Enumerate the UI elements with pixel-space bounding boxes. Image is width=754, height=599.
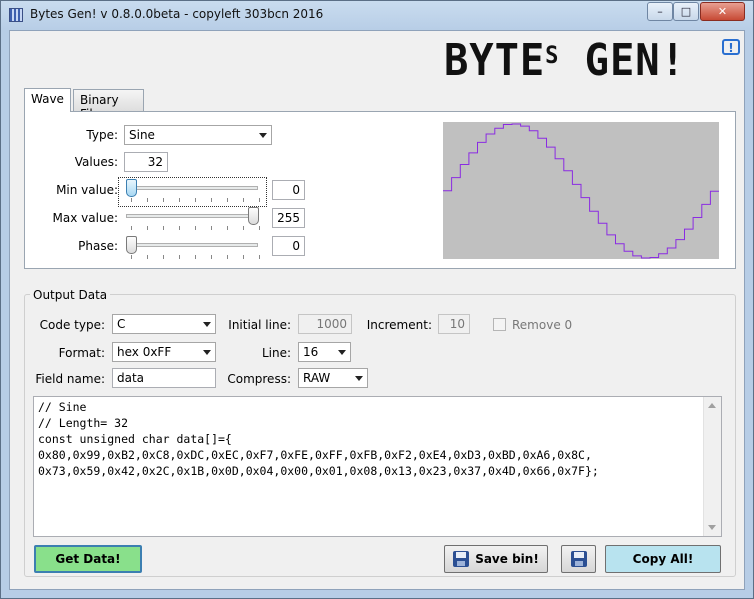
min-slider-focus bbox=[118, 177, 267, 207]
save-button[interactable] bbox=[561, 545, 596, 573]
max-value-input[interactable]: 255 bbox=[272, 208, 305, 228]
chevron-down-icon bbox=[338, 350, 346, 355]
wave-type-select[interactable]: Sine bbox=[124, 125, 272, 145]
code-type-value: C bbox=[117, 317, 126, 331]
code-line: const unsigned char data[]={ bbox=[38, 432, 232, 446]
close-button[interactable]: ✕ bbox=[700, 2, 745, 21]
floppy-disk-icon bbox=[453, 551, 470, 567]
app-window: Bytes Gen! v 0.8.0.0beta - copyleft 303b… bbox=[0, 0, 754, 599]
line-select[interactable]: 16 bbox=[298, 342, 351, 362]
min-value-label: Min value: bbox=[56, 183, 118, 197]
app-logo: BYTES GEN! bbox=[444, 35, 686, 86]
maximize-button[interactable]: □ bbox=[673, 2, 699, 21]
min-value-input[interactable]: 0 bbox=[272, 180, 305, 200]
wave-line bbox=[443, 123, 719, 259]
format-label: Format: bbox=[58, 346, 105, 360]
increment-label: Increment: bbox=[366, 318, 432, 332]
floppy-disk-icon bbox=[570, 551, 587, 567]
compress-value: RAW bbox=[303, 371, 331, 385]
code-type-select[interactable]: C bbox=[112, 314, 216, 334]
phase-label: Phase: bbox=[78, 239, 118, 253]
initial-line-input[interactable]: 1000 bbox=[298, 314, 352, 334]
output-data-title: Output Data bbox=[30, 288, 111, 302]
vertical-scrollbar[interactable] bbox=[703, 397, 721, 536]
values-label: Values: bbox=[74, 155, 118, 169]
chevron-down-icon bbox=[259, 133, 267, 138]
code-line: // Sine bbox=[38, 400, 87, 414]
compress-label: Compress: bbox=[227, 372, 291, 386]
wave-type-value: Sine bbox=[129, 128, 155, 142]
copy-all-button[interactable]: Copy All! bbox=[605, 545, 721, 573]
code-line: 0x80,0x99,0xB2,0xC8,0xDC,0xEC,0xF7,0xFE,… bbox=[38, 448, 592, 462]
chevron-down-icon bbox=[203, 322, 211, 327]
phase-slider[interactable] bbox=[126, 243, 258, 247]
scroll-down-icon[interactable] bbox=[708, 525, 716, 530]
min-slider-thumb[interactable] bbox=[126, 179, 137, 197]
chevron-down-icon bbox=[355, 376, 363, 381]
field-name-label: Field name: bbox=[35, 372, 105, 386]
tab-wave[interactable]: Wave bbox=[24, 88, 71, 112]
max-slider-ticks bbox=[131, 226, 261, 230]
save-bin-button[interactable]: Save bin! bbox=[444, 545, 548, 573]
format-select[interactable]: hex 0xFF bbox=[112, 342, 216, 362]
max-value-slider[interactable] bbox=[126, 214, 258, 218]
help-icon[interactable]: ! bbox=[722, 39, 740, 55]
line-value: 16 bbox=[303, 345, 319, 359]
code-line: 0x73,0x59,0x42,0x2C,0x1B,0x0D,0x04,0x00,… bbox=[38, 464, 599, 478]
max-slider-thumb[interactable] bbox=[248, 207, 259, 225]
phase-slider-thumb[interactable] bbox=[126, 236, 137, 254]
scroll-up-icon[interactable] bbox=[708, 403, 716, 408]
phase-input[interactable]: 0 bbox=[272, 236, 305, 256]
title-bar[interactable]: Bytes Gen! v 0.8.0.0beta - copyleft 303b… bbox=[1, 1, 753, 29]
remove-zero-checkbox[interactable] bbox=[493, 318, 506, 331]
format-value: hex 0xFF bbox=[117, 345, 172, 359]
get-data-button[interactable]: Get Data! bbox=[34, 545, 142, 573]
app-icon bbox=[9, 8, 23, 22]
min-value-slider[interactable] bbox=[126, 186, 258, 190]
increment-input[interactable]: 10 bbox=[438, 314, 470, 334]
min-slider-ticks bbox=[131, 198, 261, 202]
wave-preview-chart bbox=[443, 123, 719, 259]
client-area: BYTES GEN! ! Wave Binary File Type: Sine… bbox=[9, 30, 745, 590]
minimize-button[interactable]: – bbox=[647, 2, 673, 21]
code-line: // Length= 32 bbox=[38, 416, 129, 430]
wave-preview bbox=[443, 122, 719, 259]
field-name-input[interactable]: data bbox=[112, 368, 216, 388]
output-code-textarea[interactable]: // Sine // Length= 32 const unsigned cha… bbox=[33, 396, 722, 537]
chevron-down-icon bbox=[203, 350, 211, 355]
code-type-label: Code type: bbox=[39, 318, 105, 332]
max-value-label: Max value: bbox=[52, 211, 118, 225]
save-bin-label: Save bin! bbox=[475, 552, 539, 566]
type-label: Type: bbox=[86, 128, 118, 142]
values-input[interactable]: 32 bbox=[124, 152, 168, 172]
tab-binary-file[interactable]: Binary File bbox=[73, 89, 144, 121]
wave-tab-panel: Type: Sine Values: 32 Min value: 0 Max v… bbox=[24, 111, 736, 269]
remove-zero-label: Remove 0 bbox=[512, 318, 573, 332]
window-title: Bytes Gen! v 0.8.0.0beta - copyleft 303b… bbox=[30, 7, 324, 21]
compress-select[interactable]: RAW bbox=[298, 368, 368, 388]
initial-line-label: Initial line: bbox=[228, 318, 291, 332]
phase-slider-ticks bbox=[131, 255, 261, 259]
line-label: Line: bbox=[261, 346, 291, 360]
